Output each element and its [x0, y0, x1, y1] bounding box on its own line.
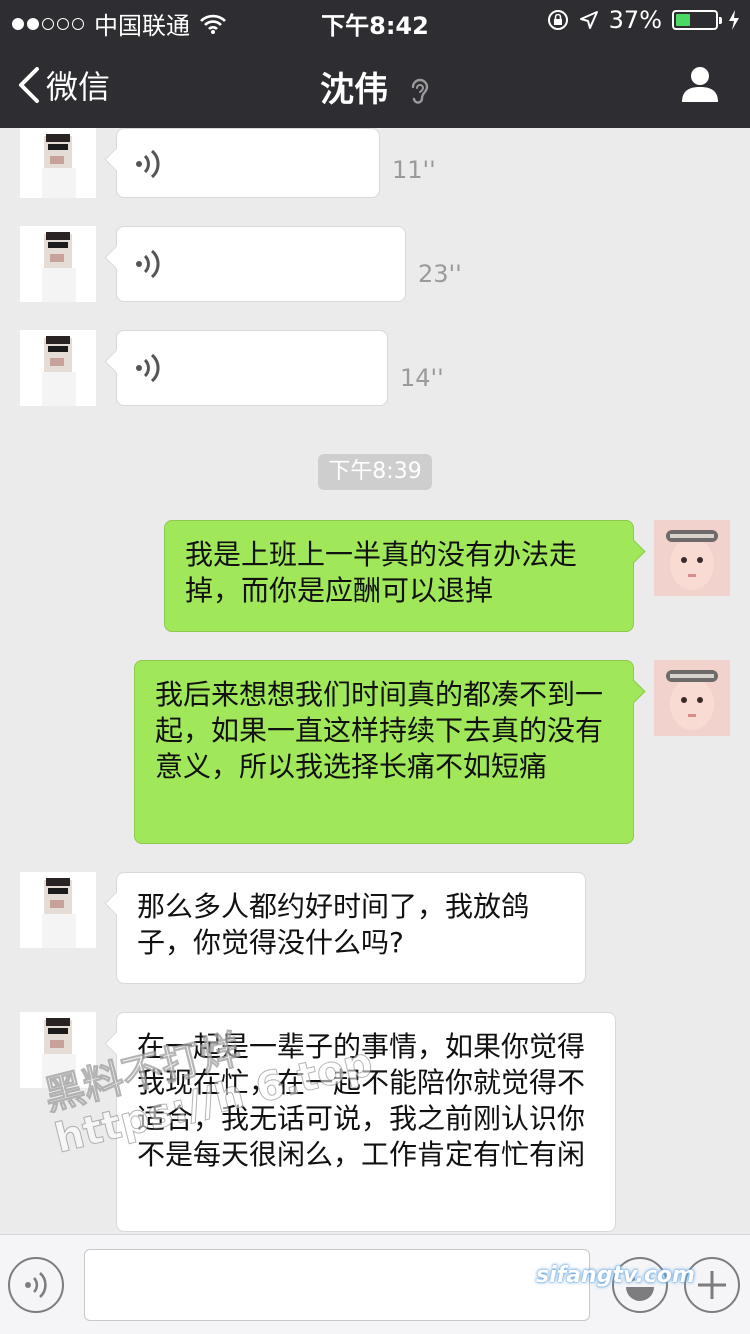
sent-message[interactable]: 我后来想想我们时间真的都凑不到一起，如果一直这样持续下去真的没有意义，所以我选择… — [134, 660, 634, 844]
voice-message[interactable] — [116, 128, 380, 198]
sent-message[interactable]: 我是上班上一半真的没有办法走掉，而你是应酬可以退掉 — [164, 520, 634, 632]
friend-avatar[interactable] — [20, 128, 96, 198]
contact-name: 沈伟 — [320, 70, 389, 110]
voice-duration: 23'' — [418, 260, 462, 288]
my-avatar[interactable] — [654, 660, 730, 736]
received-message[interactable]: 在一起是一辈子的事情，如果你觉得我现在忙，在一起不能陪你就觉得不适合，我无话可说… — [116, 1012, 616, 1232]
emoji-button[interactable] — [612, 1257, 668, 1313]
chat-title: 沈伟 — [0, 62, 750, 111]
chat-area[interactable]: 11'' 23'' 14'' 下午8:39 我是上班上一半真的没有办法走掉，而你… — [0, 128, 750, 1234]
received-message[interactable]: 那么多人都约好时间了，我放鸽子，你觉得没什么吗? — [116, 872, 586, 984]
voice-wave-icon — [136, 353, 160, 383]
status-bar: 中国联通 下午8:42 37% — [0, 0, 750, 40]
message-input[interactable] — [84, 1249, 590, 1321]
battery-icon — [672, 10, 722, 30]
voice-wave-icon — [136, 149, 160, 179]
more-button[interactable] — [684, 1257, 740, 1313]
message-timestamp: 下午8:39 — [318, 454, 432, 490]
friend-avatar[interactable] — [20, 1012, 96, 1088]
charging-bolt-icon — [729, 10, 739, 30]
battery-percent: 37% — [608, 6, 662, 34]
contact-profile-button[interactable] — [680, 64, 720, 108]
friend-avatar[interactable] — [20, 226, 96, 302]
status-right: 37% — [547, 6, 740, 34]
voice-message[interactable] — [116, 226, 406, 302]
my-avatar[interactable] — [654, 520, 730, 596]
voice-message[interactable] — [116, 330, 388, 406]
plus-icon — [698, 1271, 726, 1299]
person-icon — [682, 67, 718, 102]
battery-fill — [676, 14, 691, 26]
voice-duration: 11'' — [392, 156, 436, 184]
voice-duration: 14'' — [400, 364, 444, 392]
input-bar: sifangtv.com — [0, 1234, 750, 1334]
rotation-lock-icon — [547, 10, 568, 30]
location-arrow-icon — [579, 11, 598, 29]
smiley-icon — [620, 1265, 660, 1305]
voice-wave-icon — [136, 249, 160, 279]
nav-bar: 微信 沈伟 — [0, 40, 750, 128]
friend-avatar[interactable] — [20, 330, 96, 406]
voice-icon — [25, 1272, 47, 1298]
friend-avatar[interactable] — [20, 872, 96, 948]
earpiece-mode-icon — [411, 78, 429, 104]
voice-input-button[interactable] — [8, 1257, 64, 1313]
